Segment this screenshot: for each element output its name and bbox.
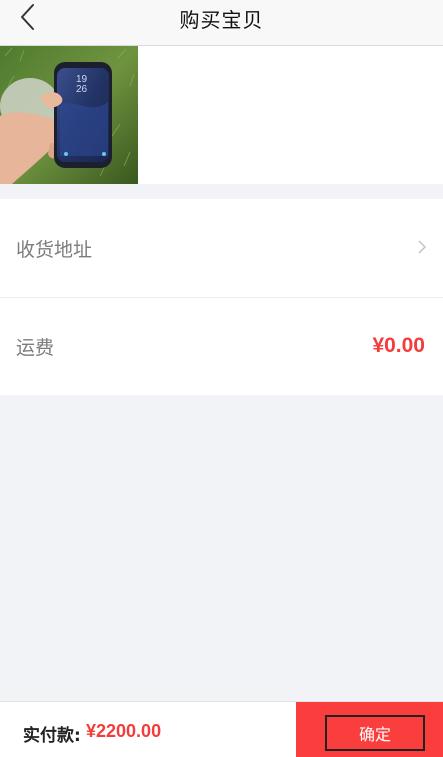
- shipping-label: 运费: [16, 337, 55, 359]
- order-info-card: 收货地址 运费 ¥0.00: [0, 199, 443, 395]
- shipping-row: 运费 ¥0.00: [0, 297, 443, 395]
- address-row[interactable]: 收货地址: [0, 199, 443, 297]
- pay-label: 实付款:: [23, 726, 81, 746]
- nav-bar: 购买宝贝: [0, 0, 443, 46]
- svg-text:26: 26: [76, 84, 88, 95]
- confirm-area[interactable]: 确定: [296, 702, 443, 757]
- bottom-bar: 实付款: ¥2200.00 确定: [0, 701, 443, 757]
- shipping-fee-value: ¥0.00: [372, 334, 425, 357]
- address-label: 收货地址: [16, 238, 93, 261]
- product-section: 19 26: [0, 46, 443, 184]
- pay-amount: ¥2200.00: [86, 721, 162, 741]
- chevron-right-icon: [418, 240, 427, 254]
- screen: 购买宝贝 19 26 收货地址 运费 ¥0.00 实付款: ¥2200.00 确…: [0, 0, 443, 757]
- page-title: 购买宝贝: [179, 8, 264, 32]
- confirm-button[interactable]: 确定: [325, 715, 425, 751]
- product-image[interactable]: 19 26: [0, 46, 138, 184]
